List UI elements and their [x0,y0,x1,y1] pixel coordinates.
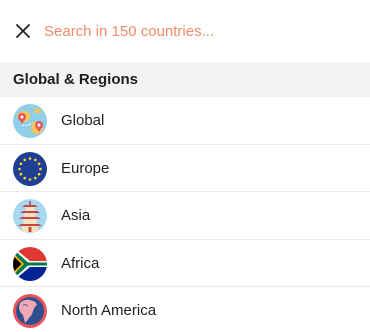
pagoda-icon [12,198,48,234]
eu-flag-icon [12,151,48,187]
list-item-label: Europe [61,159,110,177]
north-america-globe-icon [12,293,48,329]
list-item-north-america[interactable]: North America [0,287,370,332]
list-item-label: North America [61,302,157,319]
list-item-asia[interactable]: Asia [0,192,370,240]
section-title: Global & Regions [13,71,139,88]
search-input[interactable] [44,19,344,43]
region-picker-sheet: Global & Regions Global [0,0,370,332]
list-item-global[interactable]: Global [0,97,370,145]
globe-pins-icon [12,103,48,139]
close-icon [16,24,30,38]
list-item-label: Africa [61,254,100,272]
africa-flag-icon [12,246,48,282]
list-item-label: Asia [61,207,91,224]
list-item-europe[interactable]: Europe [0,145,370,192]
close-button[interactable] [12,20,34,42]
list-item-africa[interactable]: Africa [0,240,370,287]
section-header: Global & Regions [0,62,370,97]
search-bar [0,0,370,62]
region-list: Global Europe Asia Africa North America [0,97,370,332]
list-item-label: Global [61,112,105,129]
